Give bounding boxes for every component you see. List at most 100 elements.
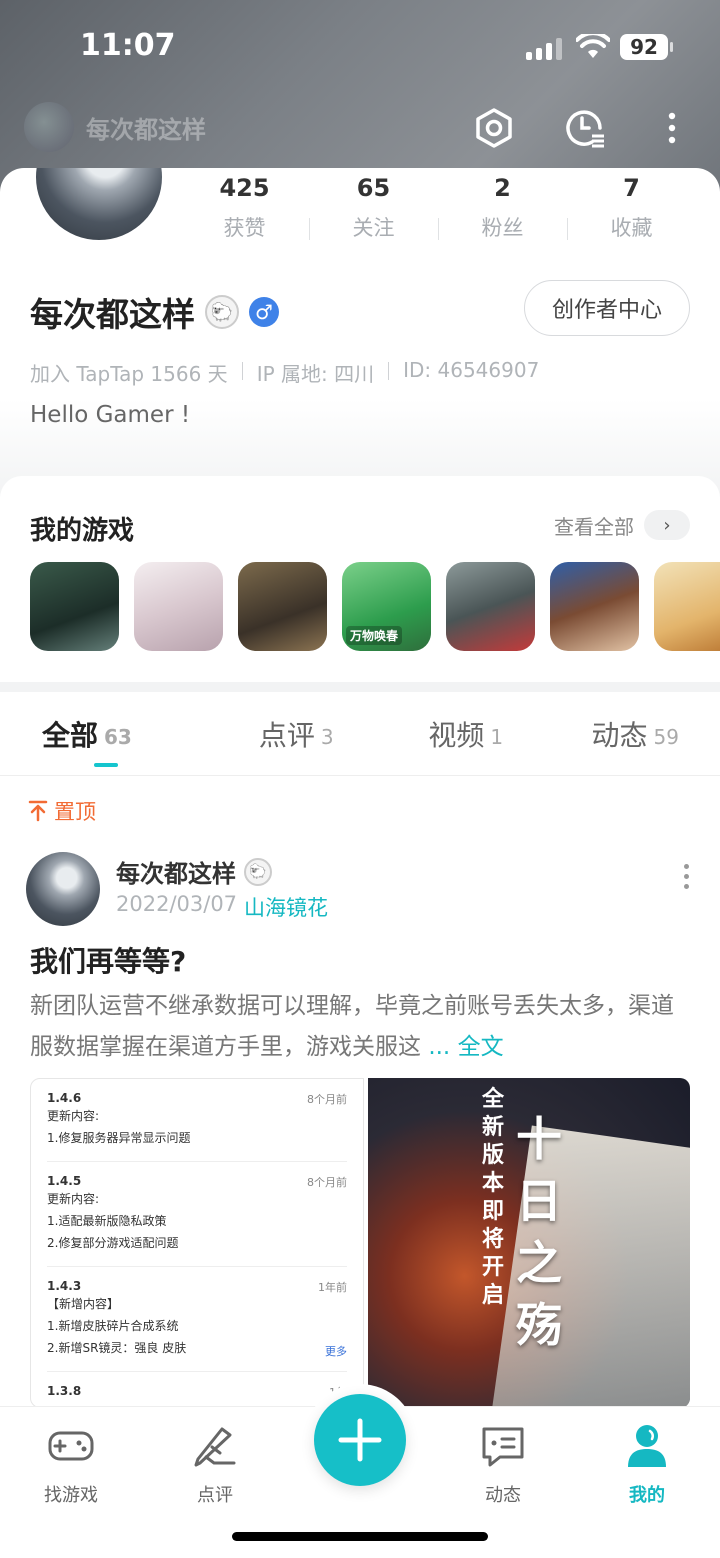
changelog-line: 2.新增SR镜灵：强良 皮肤 [47,1341,187,1355]
stat-favorites[interactable]: 7 收藏 [567,174,696,242]
tab-moments[interactable]: 动态 59 [551,692,720,775]
wifi-icon [575,31,611,64]
post-game-link[interactable]: 山海镜花 [244,892,328,922]
game-icon-1[interactable] [30,562,119,651]
changelog-version: 1.4.6 [47,1091,82,1105]
post-body[interactable]: 新团队运营不继承数据可以理解，毕竟之前账号丢失太多，渠道服数据掌握在渠道方手里，… [30,986,690,1068]
game-icon-4-tag: 万物唤春 [346,626,403,645]
changelog-line: 1.新增皮肤碎片合成系统 [47,1319,179,1333]
history-clock-icon[interactable] [562,106,606,150]
chat-icon [478,1421,528,1471]
ip-location: IP 属地: 四川 [256,362,375,386]
settings-hexagon-icon[interactable] [472,106,516,150]
game-icon-7[interactable] [654,562,720,651]
post-author-name[interactable]: 每次都这样 [116,854,236,889]
game-icon-2[interactable] [134,562,223,651]
profile-name-row: 每次都这样 🐑 ♂ [30,288,279,336]
changelog-line: 2.修复部分游戏适配问题 [47,1236,179,1250]
stat-followers[interactable]: 2 粉丝 [438,174,567,242]
changelog-version: 1.4.3 [47,1279,82,1293]
pin-arrow-icon [28,800,48,822]
game-icon-4[interactable]: 万物唤春 [342,562,431,651]
tab-all[interactable]: 全部 63 [0,692,212,775]
post-title[interactable]: 我们再等等? [30,940,186,980]
game-icon-5[interactable] [446,562,535,651]
post-full-text-link[interactable]: 全文 [458,1034,504,1060]
pen-icon [190,1421,240,1471]
game-icon-list: 万物唤春 [30,562,720,651]
my-games-title: 我的游戏 [30,516,135,546]
post-date: 2022/03/07 [116,892,238,916]
game-icon-6[interactable] [550,562,639,651]
status-bar: 11:07 92 [0,28,720,68]
nav-me[interactable]: 我的 [592,1421,702,1507]
nav-moments-label: 动态 [485,1485,521,1506]
changelog-line: 【新增内容】 [47,1297,120,1311]
post-body-text: 新团队运营不继承数据可以理解，毕竟之前账号丢失太多，渠道服数据掌握在渠道方手里，… [30,993,674,1060]
more-vertical-icon[interactable] [650,106,694,150]
post-ellipsis: ... [428,1034,451,1060]
pinned-text: 置顶 [54,800,96,824]
meta-divider [241,362,243,380]
creator-center-button[interactable]: 创作者中心 [524,280,690,336]
plus-icon [338,1418,382,1462]
changelog-entry: 1.4.5 8个月前 更新内容: 1.适配最新版隐私政策 2.修复部分游戏适配问… [47,1172,347,1267]
home-indicator [232,1532,488,1541]
tab-all-count: 63 [104,724,132,749]
post-more-icon[interactable] [684,864,692,889]
user-icon [622,1421,672,1471]
status-time: 11:07 [80,28,176,63]
stat-following-label: 关注 [352,216,395,240]
stat-followers-label: 粉丝 [481,216,524,240]
post-author-row: 每次都这样 🐑 [116,854,272,889]
create-post-button[interactable] [314,1394,406,1486]
mini-avatar [24,102,74,152]
changelog-entry: 1.4.6 8个月前 更新内容: 1.修复服务器异常显示问题 [47,1089,347,1162]
stat-following[interactable]: 65 关注 [309,174,438,242]
view-all-games-button[interactable]: 查看全部 › [554,510,690,540]
changelog-version: 1.3.8 [47,1384,82,1398]
profile-stats: 425 获赞 65 关注 2 粉丝 7 收藏 [180,174,720,242]
tab-videos-count: 1 [490,724,504,749]
stat-likes-label: 获赞 [223,216,266,240]
changelog-line: 更新内容: [47,1192,100,1206]
changelog-entry: 1.3.8 1年 [47,1382,347,1407]
cellular-signal-icon [526,36,562,60]
my-games-section: 我的游戏 查看全部 › 万物唤春 [0,476,720,682]
gamepad-icon [46,1421,96,1471]
post-author-avatar[interactable] [26,852,100,926]
nav-reviews[interactable]: 点评 [160,1421,270,1507]
stat-favorites-label: 收藏 [610,216,653,240]
view-all-label: 查看全部 [554,514,634,539]
nav-moments[interactable]: 动态 [448,1421,558,1507]
tab-reviews-count: 3 [320,724,334,749]
game-icon-3[interactable] [238,562,327,651]
tab-videos-label: 视频 [428,718,485,752]
stat-likes[interactable]: 425 获赞 [180,174,309,242]
changelog-ago: 8个月前 [307,1093,347,1106]
stat-favorites-count: 7 [623,174,640,202]
profile-bio: Hello Gamer ! [30,402,191,428]
changelog-version: 1.4.5 [47,1174,82,1188]
tab-reviews[interactable]: 点评 3 [212,692,382,775]
changelog-line: 更新内容: [47,1109,100,1123]
tab-reviews-label: 点评 [258,718,315,752]
nav-find-games[interactable]: 找游戏 [16,1421,126,1507]
stat-followers-count: 2 [494,174,511,202]
changelog-entry: 1.4.3 1年前 【新增内容】 1.新增皮肤碎片合成系统 2.新增SR镜灵：强… [47,1277,347,1372]
avatar[interactable] [32,168,166,244]
sheep-badge-icon[interactable]: 🐑 [205,295,239,329]
mini-username: 每次都这样 [86,116,206,144]
top-bar: 每次都这样 [0,100,720,156]
stat-likes-count: 425 [219,174,270,202]
join-days: 加入 TapTap 1566 天 [30,362,228,386]
changelog-ago: 8个月前 [307,1176,347,1189]
post-image-changelog[interactable]: 1.4.6 8个月前 更新内容: 1.修复服务器异常显示问题 1.4.5 8个月… [30,1078,364,1408]
post-media: 1.4.6 8个月前 更新内容: 1.修复服务器异常显示问题 1.4.5 8个月… [30,1078,690,1408]
nav-find-games-label: 找游戏 [44,1485,98,1506]
username: 每次都这样 [30,295,195,334]
tab-moments-label: 动态 [591,718,648,752]
tab-videos[interactable]: 视频 1 [381,692,551,775]
nav-me-label: 我的 [629,1485,665,1506]
post-image-poster[interactable]: 全新版本即将开启 十日之殇 [368,1078,690,1408]
